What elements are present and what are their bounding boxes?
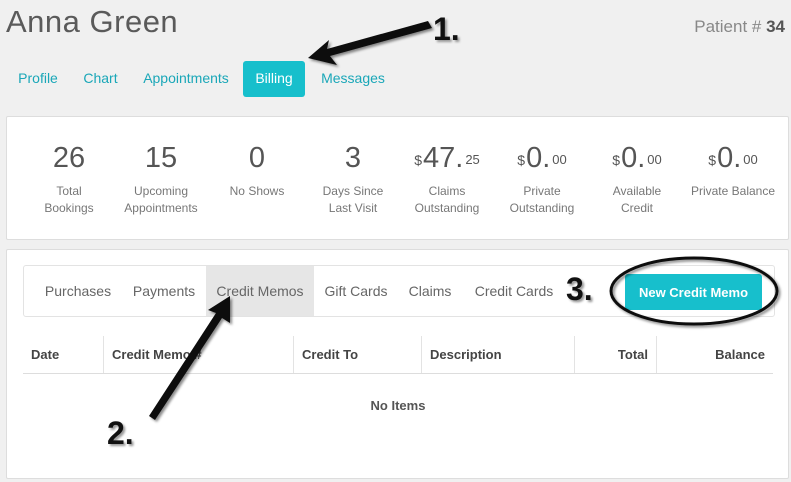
stat-cents: 25 [465,152,480,167]
stat-value: $0. 00 [683,141,783,177]
patient-name: Anna Green [6,4,179,39]
patient-number: Patient # 34 [694,17,785,37]
column-header-total[interactable]: Total [618,336,648,373]
subtab-payments[interactable]: Payments [124,266,204,316]
stat-label: Total Bookings [44,184,94,215]
stat-label: Claims Outstanding [414,184,480,215]
stat-upcoming-appointments: 15 Upcoming Appointments [111,141,211,217]
subtab-claims[interactable]: Claims [398,266,462,316]
stat-currency: $ [612,152,621,168]
stat-value: 0 [207,141,307,177]
tab-appointments[interactable]: Appointments [136,61,236,97]
credit-memos-table: Date Credit Memo # Credit To Description… [23,336,773,413]
patient-number-value: 34 [766,17,785,36]
stat-value: $47. 25 [397,141,497,177]
subtab-gift-cards[interactable]: Gift Cards [317,266,395,316]
column-divider [574,336,575,373]
stat-value-number: 15 [144,142,178,174]
arrow-1-icon [308,21,432,65]
stat-private-outstanding: $0. 00 Private Outstanding [492,141,592,217]
stat-currency: $ [414,152,422,168]
stat-value: 3 [303,141,403,177]
stat-value-number: 47. [423,142,464,174]
stat-label: Upcoming Appointments [124,184,198,215]
column-header-credit-to[interactable]: Credit To [302,336,358,373]
subtab-credit-memos[interactable]: Credit Memos [206,266,314,316]
tab-billing[interactable]: Billing [243,61,305,97]
annotation-label-1: 1. [433,11,460,47]
stat-value-number: 3 [344,142,362,174]
empty-table-message: No Items [370,398,426,413]
stat-label: Days Since Last Visit [322,184,384,215]
stat-value: 26 [19,141,119,177]
column-divider [103,336,104,373]
stat-value-number: 0. [526,142,551,174]
column-divider [293,336,294,373]
stat-value-number: 26 [52,142,86,174]
stat-label: Private Balance [690,184,776,198]
stat-total-bookings: 26 Total Bookings [19,141,119,217]
stat-days-since-last-visit: 3 Days Since Last Visit [303,141,403,217]
column-header-balance[interactable]: Balance [715,336,765,373]
annotation-label-2: 2. [107,415,134,451]
stat-value: $0. 00 [492,141,592,177]
stat-cents: 00 [743,152,758,167]
tab-chart[interactable]: Chart [75,61,126,97]
annotation-label-3: 3. [566,271,593,307]
stat-claims-outstanding: $47. 25 Claims Outstanding [397,141,497,217]
stat-value-number: 0 [248,142,266,174]
patient-stats-card: 26 Total Bookings 15 Upcoming Appointmen… [6,116,789,240]
column-divider [421,336,422,373]
stat-label: Private Outstanding [509,184,575,215]
stat-label: No Shows [229,184,285,198]
stat-value-number: 0. [621,142,646,174]
table-header: Date Credit Memo # Credit To Description… [23,336,773,374]
stat-available-credit: $0. 00 Available Credit [587,141,687,217]
stat-label: Available Credit [612,184,662,215]
column-divider [656,336,657,373]
stat-value: $0. 00 [587,141,687,177]
subtab-credit-cards[interactable]: Credit Cards [467,266,561,316]
patient-number-prefix: Patient # [694,17,767,36]
subtab-purchases[interactable]: Purchases [34,266,122,316]
column-header-credit-memo-number[interactable]: Credit Memo # [112,336,202,373]
new-credit-memo-button[interactable]: New Credit Memo [625,274,762,310]
stat-cents: 00 [552,152,567,167]
stat-no-shows: 0 No Shows [207,141,307,200]
stat-currency: $ [708,152,717,168]
tab-messages[interactable]: Messages [313,61,393,97]
stat-cents: 00 [647,152,662,167]
stat-value: 15 [111,141,211,177]
column-header-date[interactable]: Date [31,336,59,373]
column-header-description[interactable]: Description [430,336,502,373]
stat-currency: $ [517,152,526,168]
stat-value-number: 0. [717,142,742,174]
tab-profile[interactable]: Profile [8,61,68,97]
stat-private-balance: $0. 00 Private Balance [683,141,783,200]
